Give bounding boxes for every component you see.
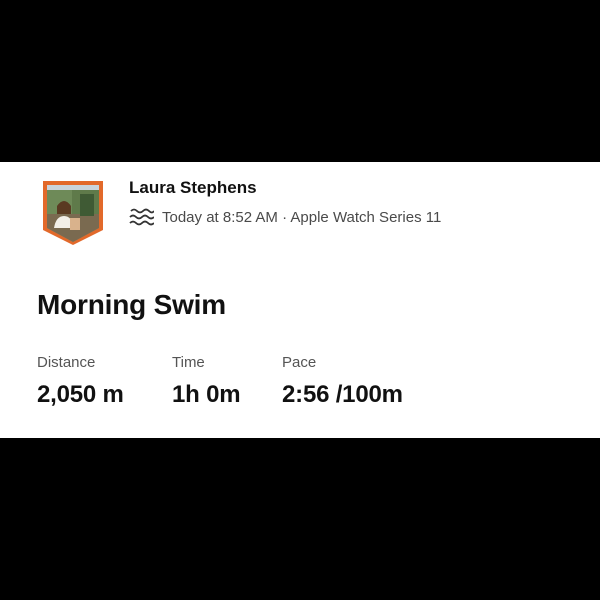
stat-value: 2:56 /100m <box>282 381 403 408</box>
athlete-avatar[interactable] <box>42 180 104 246</box>
swim-waves-icon <box>129 207 154 227</box>
stat-distance: Distance 2,050 m <box>37 354 124 409</box>
stat-time: Time 1h 0m <box>172 354 241 409</box>
activity-title[interactable]: Morning Swim <box>37 289 226 321</box>
stat-pace: Pace 2:56 /100m <box>282 354 403 409</box>
stat-value: 1h 0m <box>172 381 241 408</box>
stat-label: Pace <box>282 354 317 371</box>
activity-card[interactable]: Laura Stephens Today at 8:52 AM · Apple … <box>0 162 600 438</box>
avatar-badge-icon <box>43 181 103 245</box>
activity-meta: Today at 8:52 AM · Apple Watch Series 11 <box>129 207 441 227</box>
stat-label: Distance <box>37 354 96 371</box>
athlete-name[interactable]: Laura Stephens <box>129 178 257 198</box>
stat-label: Time <box>172 354 205 371</box>
stat-value: 2,050 m <box>37 381 124 408</box>
activity-timestamp-device: Today at 8:52 AM · Apple Watch Series 11 <box>162 208 442 226</box>
